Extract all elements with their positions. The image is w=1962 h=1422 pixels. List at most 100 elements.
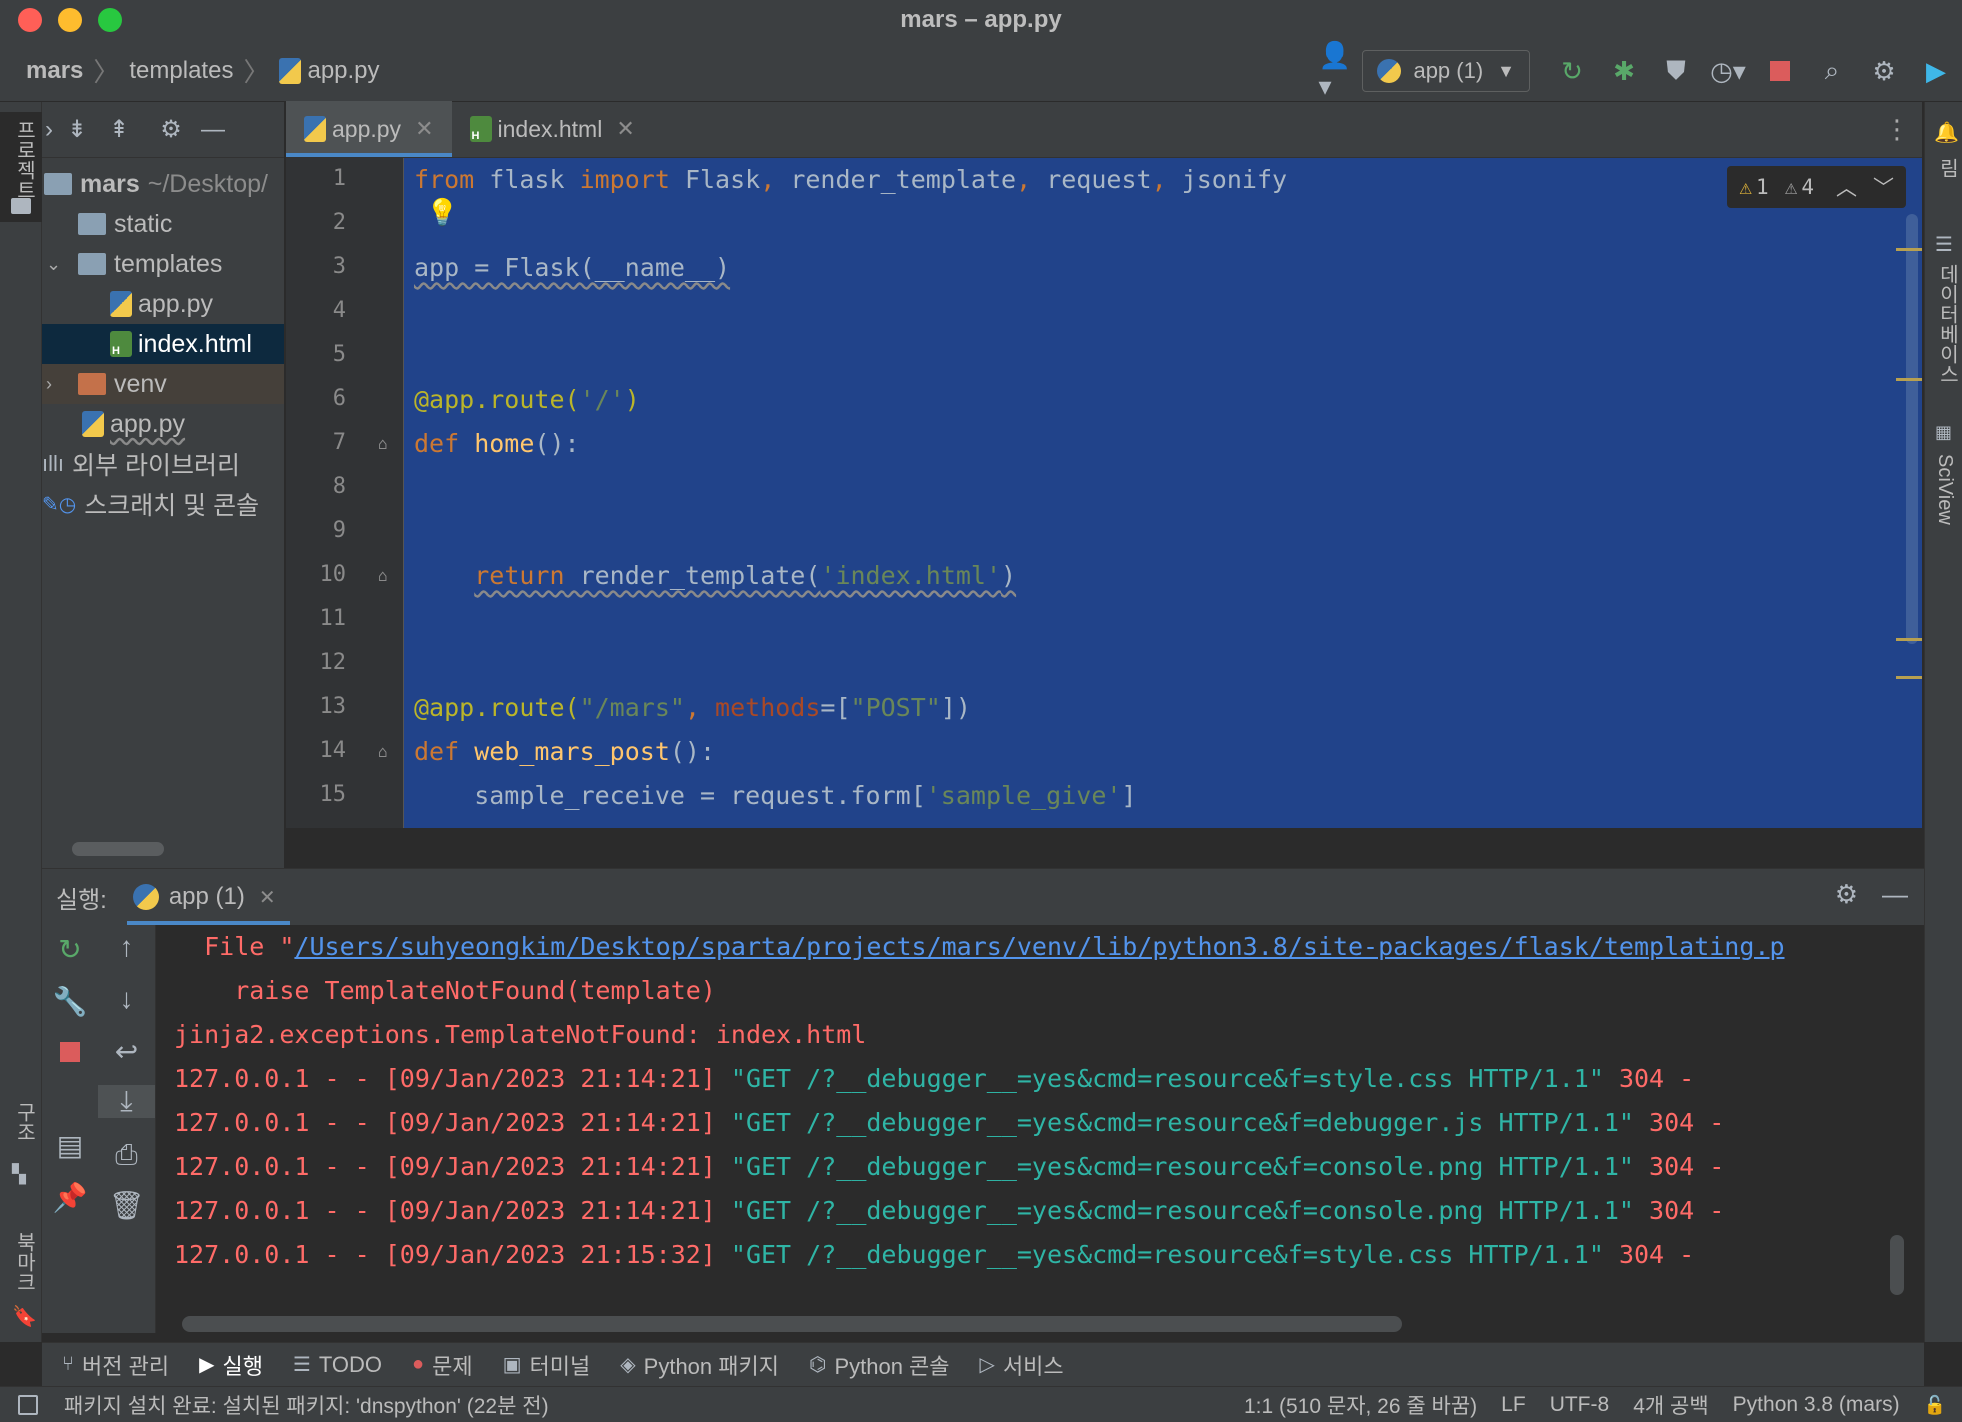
search-icon[interactable]: ⌕ [1814, 53, 1850, 89]
chevron-right-icon[interactable]: › [46, 374, 52, 395]
breadcrumb-file-label: app.py [307, 56, 380, 84]
collapse-all-icon[interactable]: ⇞ [98, 115, 140, 144]
structure-tool-button[interactable]: 구조 ▚ [0, 1102, 42, 1192]
maximize-window-button[interactable] [98, 8, 122, 32]
indent-setting[interactable]: 4개 공백 [1633, 1390, 1708, 1420]
tree-item-templates-app-py[interactable]: app.py [42, 284, 284, 324]
tree-item-templates[interactable]: ⌄ templates [42, 244, 284, 284]
hide-panel-icon[interactable]: — [1882, 879, 1908, 910]
tree-item-venv[interactable]: › venv [42, 364, 284, 404]
minimize-window-button[interactable] [58, 8, 82, 32]
python-icon: ⌬ [808, 1354, 827, 1376]
line-number: 10 [319, 562, 347, 587]
chevron-down-icon[interactable]: ⌄ [46, 254, 61, 275]
line-ending[interactable]: LF [1501, 1393, 1526, 1417]
wrench-icon[interactable]: 🔧 [42, 985, 98, 1018]
warning-stripe[interactable] [1896, 676, 1922, 679]
close-window-button[interactable] [18, 8, 42, 32]
expand-all-icon[interactable]: ⇟ [56, 115, 98, 144]
fold-marker-icon[interactable]: ⌂ [378, 566, 388, 585]
gear-icon[interactable]: ⚙ [1866, 53, 1902, 89]
tool-tab-run[interactable]: ▶ 실행 [199, 1349, 263, 1381]
console-output[interactable]: File "/Users/suhyeongkim/Desktop/sparta/… [156, 925, 1906, 1305]
select-opened-file-icon[interactable]: › [42, 116, 56, 144]
close-icon[interactable]: ✕ [259, 885, 276, 910]
python-interpreter[interactable]: Python 3.8 (mars) [1733, 1393, 1900, 1417]
tree-item-external-libraries[interactable]: ıllı 외부 라이브러리 [42, 444, 284, 484]
notifications-tool-button[interactable]: 🔔 알림 [1925, 112, 1962, 192]
profile-icon[interactable]: ◷▾ [1710, 53, 1746, 89]
debug-icon[interactable]: ✱ [1606, 53, 1642, 89]
inspection-widget[interactable]: ⚠ 1 ⚠ 4 ︿ ﹀ [1727, 166, 1906, 208]
warning-stripe[interactable] [1896, 248, 1922, 251]
code-with-me-icon[interactable]: ▶ [1918, 53, 1954, 89]
close-icon[interactable]: ✕ [415, 116, 433, 142]
gear-icon[interactable]: ⚙ [1835, 879, 1858, 910]
navigation-bar: mars 〉 templates 〉 app.py 👤▾ app (1) ▼ ↻… [0, 40, 1962, 102]
tab-index-html[interactable]: index.html ✕ [452, 101, 653, 157]
run-tab-app[interactable]: app (1) ✕ [126, 869, 290, 925]
pin-icon[interactable]: 📌 [42, 1181, 98, 1214]
status-bar: 패키지 설치 완료: 설치된 패키지: 'dnspython' (22분 전) … [0, 1386, 1962, 1422]
chevron-down-icon[interactable]: ﹀ [1873, 172, 1894, 202]
breadcrumb-file[interactable]: app.py [279, 56, 380, 85]
breadcrumb-project[interactable]: mars [26, 57, 83, 85]
tool-tab-branch[interactable]: ⑂ 버전 관리 [62, 1349, 169, 1381]
fold-marker-icon[interactable]: ⌂ [378, 742, 388, 761]
chevron-up-icon[interactable]: ︿ [1836, 172, 1857, 202]
run-configuration-select[interactable]: app (1) ▼ [1362, 50, 1530, 92]
project-horizontal-scrollbar[interactable] [72, 842, 164, 856]
arrow-down-icon[interactable]: ↓ [98, 983, 155, 1015]
tree-item-root[interactable]: mars ~/Desktop/ [42, 164, 284, 204]
stop-icon[interactable] [42, 1037, 98, 1069]
title-bar: mars – app.py [0, 0, 1962, 40]
layout-icon[interactable]: ▤ [42, 1129, 98, 1162]
tool-tab-problem[interactable]: ● 문제 [412, 1349, 473, 1381]
tree-item-index-html[interactable]: index.html [42, 324, 284, 364]
stop-icon[interactable] [1762, 53, 1798, 89]
file-encoding[interactable]: UTF-8 [1550, 1393, 1610, 1417]
fold-marker-icon[interactable]: ⌂ [378, 434, 388, 453]
project-tool-button[interactable]: 프로젝트 [0, 112, 42, 222]
tool-tab-terminal[interactable]: ▣ 터미널 [503, 1349, 591, 1381]
tool-tab-services[interactable]: ▷ 서비스 [980, 1349, 1064, 1381]
more-options-icon[interactable]: ⋮ [1884, 114, 1910, 145]
tool-tab-python[interactable]: ⌬ Python 콘솔 [809, 1349, 950, 1381]
console-horizontal-scrollbar[interactable] [182, 1316, 1402, 1332]
tab-app-py[interactable]: app.py ✕ [286, 101, 452, 157]
warning-stripe[interactable] [1896, 378, 1922, 381]
lock-icon[interactable]: 🔓 [1924, 1395, 1946, 1416]
print-icon[interactable]: ⎙ [98, 1139, 155, 1172]
caret-position[interactable]: 1:1 (510 문자, 26 줄 바꿈) [1244, 1390, 1477, 1420]
hide-panel-icon[interactable]: — [192, 116, 234, 144]
rerun-icon[interactable]: ↻ [42, 933, 98, 966]
status-toggle-icon[interactable] [18, 1395, 38, 1415]
status-message[interactable]: 패키지 설치 완료: 설치된 패키지: 'dnspython' (22분 전) [64, 1390, 549, 1420]
tree-item-scratches[interactable]: ✎◷ 스크래치 및 콘솔 [42, 484, 284, 524]
coverage-icon[interactable]: ⛊ [1658, 53, 1694, 89]
gear-icon[interactable]: ⚙ [150, 115, 192, 144]
breadcrumb-folder[interactable]: templates [129, 57, 233, 85]
editor-vertical-scrollbar[interactable] [1906, 214, 1918, 644]
lightbulb-icon[interactable]: 💡 [426, 198, 458, 228]
tree-item-static[interactable]: static [42, 204, 284, 244]
sciview-tool-button[interactable]: ▦ SciView [1925, 422, 1962, 552]
tool-tab-layers[interactable]: ◈ Python 패키지 [620, 1349, 779, 1381]
bookmarks-tool-button[interactable]: 북마크 🔖 [0, 1232, 42, 1332]
rerun-icon[interactable]: ↻ [1554, 53, 1590, 89]
tool-tab-list[interactable]: ☰ TODO [293, 1352, 382, 1378]
trash-icon[interactable]: 🗑 [98, 1189, 155, 1222]
structure-tool-label: 구조 [13, 1102, 35, 1142]
close-icon[interactable]: ✕ [616, 116, 634, 142]
warning-stripe[interactable] [1896, 638, 1922, 641]
arrow-up-icon[interactable]: ↑ [98, 931, 155, 963]
user-icon[interactable]: 👤▾ [1318, 40, 1354, 101]
console-vertical-scrollbar[interactable] [1890, 1235, 1904, 1295]
database-tool-button[interactable]: ☰ 데이터베이스 [1925, 232, 1962, 392]
soft-wrap-icon[interactable]: ↩ [98, 1035, 155, 1068]
scroll-to-end-icon[interactable]: ⤓ [98, 1085, 155, 1118]
file-link[interactable]: /Users/suhyeongkim/Desktop/sparta/projec… [294, 932, 1784, 961]
tree-item-app-py[interactable]: app.py [42, 404, 284, 444]
code-editor[interactable]: 1 2 3 4 5 6 7 8 9 10 11 12 13 14 15 ⌂ ⌂ ⌂ from flask impo… [286, 158, 1922, 828]
line-number: 9 [332, 518, 346, 543]
